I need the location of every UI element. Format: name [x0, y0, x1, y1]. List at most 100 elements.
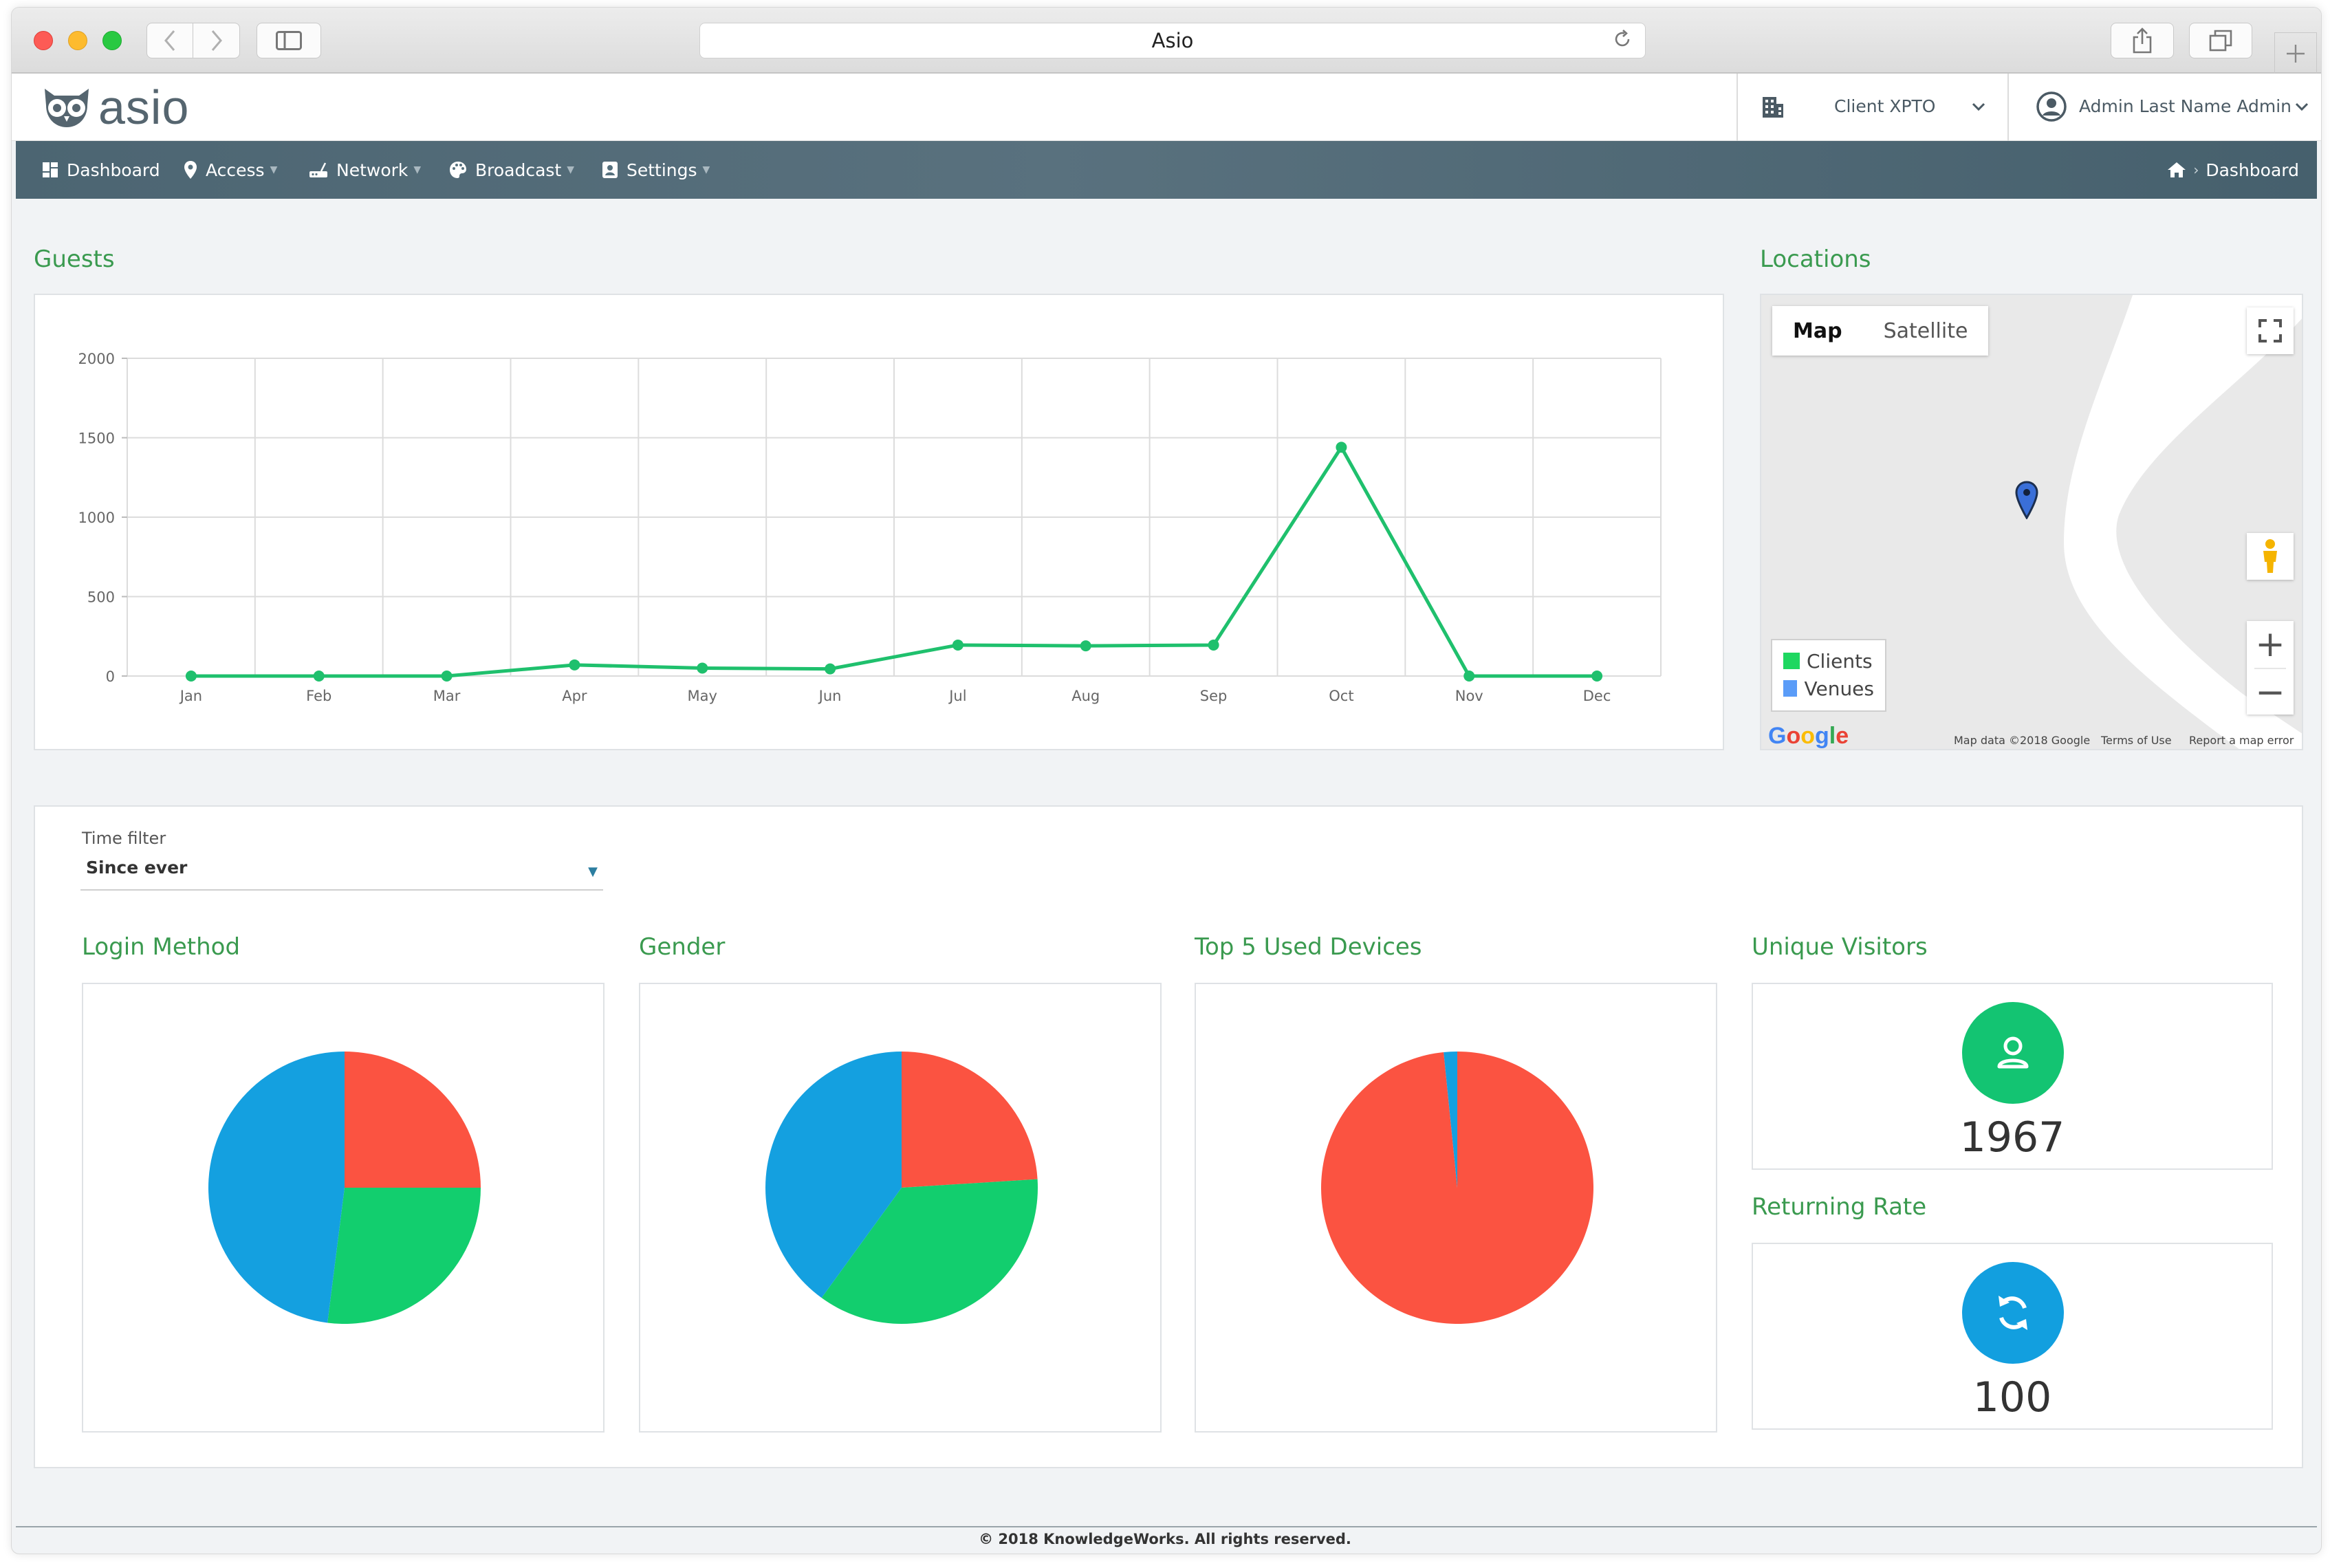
share-icon [2133, 28, 2152, 54]
guests-chart-panel: 0 500 1000 1500 2000 Jan Feb Mar Apr May Jun Jul Aug… [34, 294, 1724, 750]
pie-slice [902, 1052, 1038, 1188]
nav-item-label: Dashboard [67, 160, 160, 180]
zoom-in-button[interactable]: + [2247, 621, 2294, 668]
caret-down-icon: ▼ [567, 164, 575, 175]
forward-button[interactable] [193, 23, 240, 58]
back-button[interactable] [146, 23, 193, 58]
map-marker-icon[interactable] [2014, 481, 2039, 519]
google-logo[interactable]: Google [1768, 723, 1849, 749]
chevron-left-icon [164, 30, 175, 51]
report-map-error-link[interactable]: Report a map error [2189, 734, 2294, 747]
data-point [952, 639, 963, 651]
breadcrumb-current[interactable]: Dashboard [2206, 160, 2299, 180]
legend-swatch-clients [1783, 653, 1800, 669]
close-window-button[interactable] [34, 31, 53, 50]
legend-swatch-venues [1783, 680, 1798, 697]
nav-item-access[interactable]: Access ▼ [184, 141, 277, 199]
x-tick-label: Jan [179, 688, 202, 704]
returning-rate-badge [1962, 1262, 2064, 1364]
share-button[interactable] [2111, 23, 2174, 58]
plus-icon [2287, 44, 2305, 63]
data-point [569, 659, 580, 671]
address-bar[interactable]: Asio [699, 23, 1646, 58]
y-tick-label: 1500 [78, 431, 115, 447]
nav-item-label: Settings [627, 160, 697, 180]
y-tick-label: 500 [87, 589, 115, 606]
unique-visitors-title: Unique Visitors [1752, 933, 1928, 961]
x-tick-label: Mar [433, 688, 461, 704]
nav-item-dashboard[interactable]: Dashboard [42, 141, 160, 199]
y-tick-label: 1000 [78, 510, 115, 526]
browser-titlebar: Asio [12, 8, 2321, 74]
user-menu[interactable]: Admin Last Name Admin [2010, 74, 2321, 141]
nav-item-label: Network [336, 160, 409, 180]
login-method-panel [82, 983, 605, 1433]
locations-title: Locations [1760, 246, 1871, 273]
map-type-toggle: Map Satellite [1772, 306, 1989, 356]
x-tick-label: Nov [1455, 688, 1483, 704]
main-nav: Dashboard Access ▼ Network ▼ Broadcast ▼… [16, 141, 2317, 199]
map-marker-icon [184, 161, 197, 179]
devices-panel [1195, 983, 1717, 1433]
time-filter-select[interactable]: Since ever ▼ [80, 855, 603, 891]
client-name: Client XPTO [1834, 96, 1936, 116]
caret-down-icon: ▼ [270, 164, 278, 175]
map-legend: Clients Venues [1771, 639, 1886, 712]
x-tick-label: Aug [1071, 688, 1100, 704]
guests-title: Guests [34, 246, 115, 273]
x-tick-label: May [688, 688, 717, 704]
map-type-map-button[interactable]: Map [1772, 306, 1863, 356]
legend-item-clients: Clients [1783, 647, 1874, 675]
address-bar-text: Asio [1151, 29, 1194, 52]
data-point [1336, 442, 1347, 453]
data-point [1591, 671, 1603, 682]
tabs-icon [2209, 30, 2232, 52]
sidebar-toggle-button[interactable] [257, 23, 321, 58]
data-point [825, 663, 836, 675]
zoom-controls: + − [2247, 621, 2294, 715]
maximize-window-button[interactable] [102, 31, 122, 50]
pie-slice [327, 1188, 481, 1324]
dashboard-icon [43, 162, 58, 177]
terms-of-use-link[interactable]: Terms of Use [2101, 734, 2172, 747]
show-tabs-button[interactable] [2189, 23, 2252, 58]
guests-line-chart: 0 500 1000 1500 2000 Jan Feb Mar Apr May Jun Jul Aug… [78, 351, 1662, 704]
time-filter-value: Since ever [86, 858, 188, 878]
gender-panel [639, 983, 1162, 1433]
street-view-button[interactable] [2247, 533, 2294, 580]
breadcrumb-separator: › [2193, 162, 2199, 178]
new-tab-button[interactable] [2274, 32, 2317, 74]
reload-icon[interactable] [1612, 29, 1633, 55]
client-selector[interactable]: Client XPTO [1736, 74, 2009, 141]
x-tick-label: Feb [306, 688, 331, 704]
chevron-right-icon [211, 30, 222, 51]
x-tick-label: Jun [818, 688, 842, 704]
nav-item-broadcast[interactable]: Broadcast ▼ [449, 141, 574, 199]
gender-pie-chart [765, 1052, 1038, 1324]
building-icon [1763, 97, 1783, 118]
x-tick-label: Sep [1200, 688, 1228, 704]
minimize-window-button[interactable] [68, 31, 87, 50]
owl-logo-icon [45, 89, 89, 127]
y-tick-label: 2000 [78, 351, 115, 367]
nav-item-settings[interactable]: Settings ▼ [602, 141, 710, 199]
zoom-out-button[interactable]: − [2247, 669, 2294, 716]
pie-slice [345, 1052, 481, 1188]
home-icon[interactable] [2167, 162, 2186, 178]
asio-logo[interactable]: asio [41, 80, 189, 134]
x-tick-label: Oct [1329, 688, 1353, 704]
refresh-icon [1999, 1296, 2027, 1330]
locations-map[interactable]: Map Satellite + − Clients Venues Google … [1760, 294, 2303, 750]
sidebar-icon [276, 31, 302, 50]
pegman-icon [2263, 539, 2277, 573]
gender-title: Gender [639, 933, 726, 961]
fullscreen-button[interactable] [2247, 307, 2294, 354]
unique-visitors-panel: 1967 [1752, 983, 2273, 1170]
unique-visitors-badge [1962, 1002, 2064, 1104]
data-point [441, 671, 453, 682]
login-method-title: Login Method [82, 933, 241, 961]
caret-down-icon: ▼ [413, 164, 422, 175]
nav-item-network[interactable]: Network ▼ [309, 141, 421, 199]
map-type-satellite-button[interactable]: Satellite [1863, 306, 1989, 356]
router-icon [309, 162, 327, 177]
